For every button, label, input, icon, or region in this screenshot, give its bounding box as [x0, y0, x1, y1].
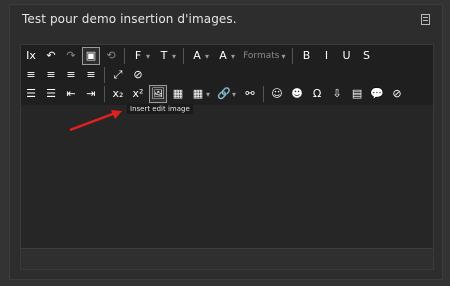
hide-icon[interactable]: ⊘ — [388, 85, 406, 103]
strikethrough-icon[interactable]: S — [357, 47, 375, 65]
font-family-icon[interactable]: F — [129, 47, 147, 65]
dropdown-caret-icon[interactable]: ▾ — [231, 52, 235, 61]
dropdown-caret-icon[interactable]: ▾ — [281, 52, 285, 61]
superscript-icon[interactable]: x² — [129, 85, 147, 103]
emoji-icon[interactable]: ☻ — [288, 85, 306, 103]
dropdown-caret-icon[interactable]: ▾ — [206, 90, 210, 99]
tooltip: Insert edit image — [127, 104, 193, 114]
insert-media-icon[interactable]: ▦ — [169, 85, 187, 103]
dropdown-caret-icon[interactable]: ▾ — [232, 90, 236, 99]
font-size-icon[interactable]: T — [155, 47, 173, 65]
italic-icon[interactable]: I — [317, 47, 335, 65]
editor-toolbar: Ix ↶ ↷ ▣ ⟲ F ▾ T ▾ A ▾ A ▾ Formats ▾ B I U S ≡ ≡ ≡ ≡ ⤢ ⊘ ☰ ☰ ⇤ ⇥ x₂… — [21, 45, 433, 105]
align-left-icon[interactable]: ≡ — [22, 66, 40, 84]
text-color-icon[interactable]: A — [188, 47, 206, 65]
dropdown-caret-icon[interactable]: ▾ — [146, 52, 150, 61]
table-icon[interactable]: ▦ — [189, 85, 207, 103]
editor-statusbar — [21, 248, 433, 269]
comment-icon[interactable]: 💬 — [368, 85, 386, 103]
toolbar-row-1: Ix ↶ ↷ ▣ ⟲ F ▾ T ▾ A ▾ A ▾ Formats ▾ B I U S — [21, 47, 376, 65]
subscript-icon[interactable]: x₂ — [109, 85, 127, 103]
toolbar-row-3: ☰ ☰ ⇤ ⇥ x₂ x² 🖼 ▦ ▦ ▾ 🔗 ▾ ⚯ ☺ ☻ Ω ⇩ ▤ 💬 ⊘ — [21, 85, 407, 103]
toolbar-row-2: ≡ ≡ ≡ ≡ ⤢ ⊘ — [21, 66, 148, 84]
history-icon[interactable]: ⟲ — [102, 47, 120, 65]
align-center-icon[interactable]: ≡ — [42, 66, 60, 84]
outdent-icon[interactable]: ⇤ — [62, 85, 80, 103]
undo-icon[interactable]: ↶ — [42, 47, 60, 65]
paste-icon[interactable]: ▣ — [82, 47, 100, 65]
bold-icon[interactable]: B — [297, 47, 315, 65]
background-color-icon[interactable]: A — [214, 47, 232, 65]
link-icon[interactable]: 🔗 — [215, 85, 233, 103]
file-icon[interactable]: ▤ — [348, 85, 366, 103]
toolbar-separator — [292, 48, 294, 64]
page-title: Test pour demo insertion d'images. — [22, 12, 237, 26]
toolbar-separator — [124, 48, 125, 64]
bullet-list-icon[interactable]: ☰ — [22, 85, 40, 103]
special-char-icon[interactable]: Ω — [308, 85, 326, 103]
remove-format-icon[interactable]: ⊘ — [129, 66, 147, 84]
upload-icon[interactable]: ⇩ — [328, 85, 346, 103]
dropdown-caret-icon[interactable]: ▾ — [172, 52, 176, 61]
align-justify-icon[interactable]: ≡ — [82, 66, 100, 84]
toolbar-separator — [183, 48, 185, 64]
rich-text-editor: Ix ↶ ↷ ▣ ⟲ F ▾ T ▾ A ▾ A ▾ Formats ▾ B I U S ≡ ≡ ≡ ≡ ⤢ ⊘ ☰ ☰ ⇤ ⇥ x₂… — [20, 44, 434, 270]
toolbar-separator — [263, 86, 265, 102]
toolbar-separator — [104, 67, 105, 83]
red-arrow-icon — [69, 110, 122, 132]
unlink-icon[interactable]: ⚯ — [241, 85, 259, 103]
insert-image-icon[interactable]: 🖼 — [149, 85, 167, 103]
align-right-icon[interactable]: ≡ — [62, 66, 80, 84]
redo-icon[interactable]: ↷ — [62, 47, 80, 65]
dropdown-caret-icon[interactable]: ▾ — [205, 52, 209, 61]
document-icon[interactable] — [421, 14, 430, 25]
fullscreen-icon[interactable]: ⤢ — [109, 66, 127, 84]
emoticons-icon[interactable]: ☺ — [268, 85, 286, 103]
toolbar-separator — [104, 86, 105, 102]
clear-formatting-icon[interactable]: Ix — [22, 47, 40, 65]
numbered-list-icon[interactable]: ☰ — [42, 85, 60, 103]
indent-icon[interactable]: ⇥ — [82, 85, 100, 103]
underline-icon[interactable]: U — [337, 47, 355, 65]
formats-dropdown[interactable]: Formats — [243, 51, 279, 61]
